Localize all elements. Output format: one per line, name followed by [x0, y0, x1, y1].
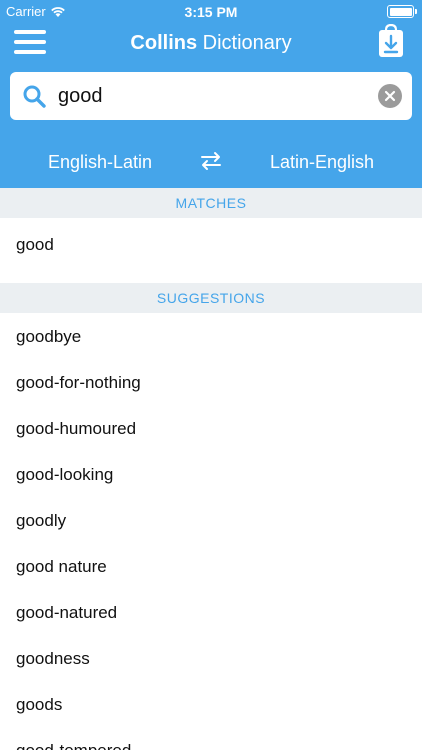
clear-search-button[interactable] [378, 84, 402, 108]
suggestion-item[interactable]: goodbye [0, 314, 422, 360]
app-title-bold: Collins [130, 32, 198, 54]
clear-icon [384, 90, 396, 102]
nav-bar: Collins Dictionary [0, 24, 422, 66]
app-title: Collins Dictionary [0, 32, 422, 55]
suggestion-item[interactable]: good-humoured [0, 406, 422, 452]
latin-english-option[interactable]: Latin-English [270, 152, 374, 173]
language-selector: English-Latin Latin-English [0, 140, 422, 184]
suggestions-list: goodbye good-for-nothing good-humoured g… [0, 314, 422, 750]
suggestion-item[interactable]: good-tempered [0, 728, 422, 750]
english-latin-option[interactable]: English-Latin [48, 152, 152, 173]
top-bar: Carrier 3:15 PM Collins Dictionary good … [0, 0, 422, 188]
suggestion-item[interactable]: goodness [0, 636, 422, 682]
matches-list: good [0, 218, 422, 282]
suggestion-item[interactable]: good-for-nothing [0, 360, 422, 406]
matches-header: MATCHES [0, 188, 422, 218]
search-box [10, 72, 412, 120]
search-input[interactable] [58, 72, 364, 120]
search-icon [23, 85, 46, 108]
download-button[interactable] [378, 24, 404, 58]
swap-arrows-icon[interactable] [200, 150, 222, 172]
battery-icon [387, 5, 417, 18]
status-time: 3:15 PM [184, 4, 238, 20]
status-bar: Carrier 3:15 PM [0, 0, 422, 24]
suggestion-item[interactable]: good-looking [0, 452, 422, 498]
match-item[interactable]: good [0, 218, 422, 272]
suggestion-item[interactable]: goodly [0, 498, 422, 544]
suggestions-header: SUGGESTIONS [0, 283, 422, 313]
app-title-rest: Dictionary [197, 32, 292, 54]
suggestion-item[interactable]: good nature [0, 544, 422, 590]
suggestion-item[interactable]: goods [0, 682, 422, 728]
suggestion-item[interactable]: good-natured [0, 590, 422, 636]
